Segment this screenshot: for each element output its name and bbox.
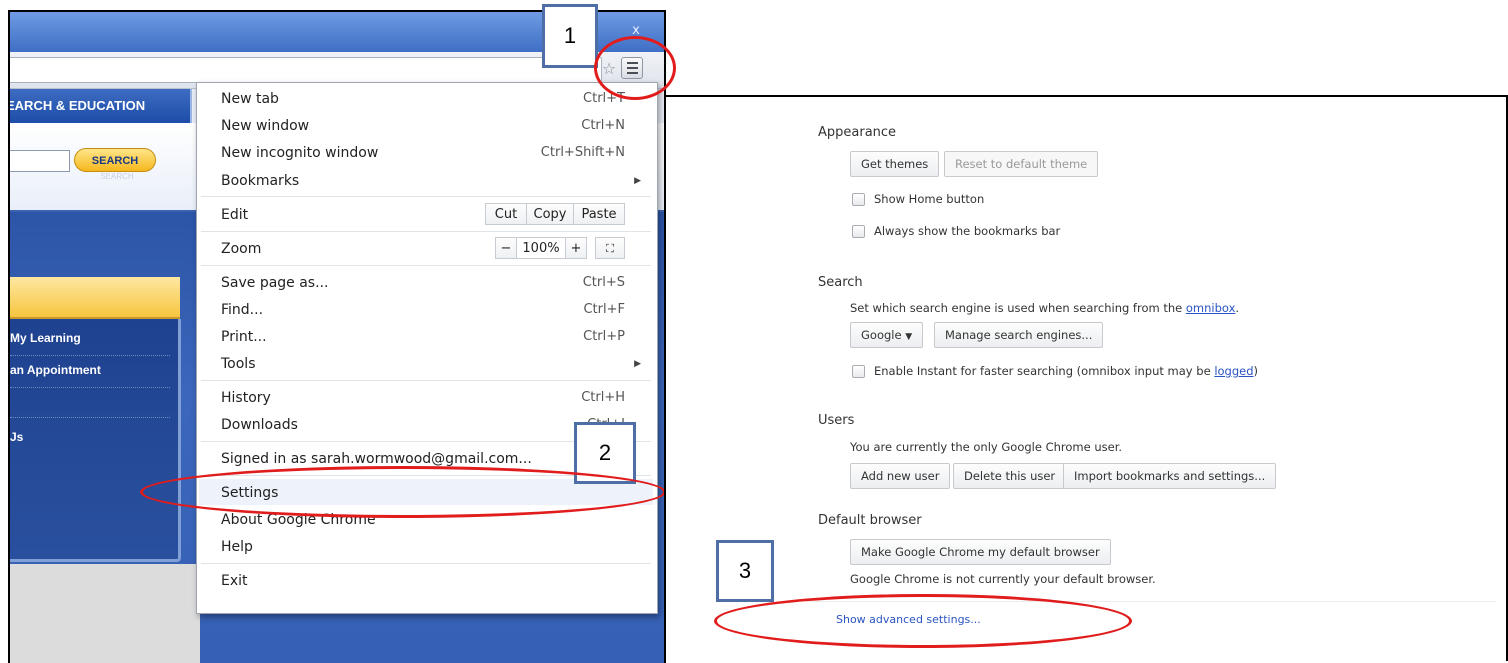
menu-item-find[interactable]: Find... Ctrl+F: [221, 298, 631, 322]
menu-item-new-incognito[interactable]: New incognito window Ctrl+Shift+N: [221, 141, 631, 165]
import-bookmarks-button[interactable]: Import bookmarks and settings...: [1063, 463, 1277, 489]
callout-step-3: 3: [716, 540, 774, 602]
menu-item-edit: Edit Cut Copy Paste: [221, 203, 631, 227]
bookmarks-bar-label: Always show the bookmarks bar: [874, 224, 1061, 238]
menu-item-new-window[interactable]: New window Ctrl+N: [221, 114, 631, 138]
make-default-button[interactable]: Make Google Chrome my default browser: [850, 539, 1111, 565]
menu-item-tools[interactable]: Tools ▶: [221, 352, 641, 376]
reset-theme-button[interactable]: Reset to default theme: [944, 151, 1099, 177]
side-nav-divider: [10, 387, 170, 389]
dropdown-caret-icon: ▼: [905, 332, 913, 342]
site-gold-bar: [10, 277, 180, 319]
default-browser-title: Default browser: [818, 513, 922, 528]
side-link-my-learning[interactable]: My Learning: [10, 331, 81, 345]
search-engine-select[interactable]: Google ▼: [850, 322, 924, 348]
menu-item-bookmarks[interactable]: Bookmarks ▶: [221, 169, 641, 193]
bookmarks-bar-checkbox[interactable]: [852, 225, 865, 238]
menu-item-save-page[interactable]: Save page as... Ctrl+S: [221, 271, 631, 295]
omnibox-link[interactable]: omnibox: [1186, 301, 1236, 315]
menu-divider: [201, 265, 651, 266]
submenu-arrow-icon: ▶: [634, 359, 641, 369]
menu-item-help[interactable]: Help: [221, 535, 631, 559]
default-browser-status: Google Chrome is not currently your defa…: [850, 572, 1156, 586]
users-title: Users: [818, 413, 855, 428]
search-button-reflection: SEARCH: [100, 172, 134, 181]
menu-divider: [201, 196, 651, 197]
users-description: You are currently the only Google Chrome…: [850, 440, 1123, 454]
site-search-input[interactable]: [10, 150, 70, 172]
annotation-ellipse-advanced: [714, 594, 1132, 648]
appearance-title: Appearance: [818, 125, 897, 140]
menu-divider: [201, 563, 651, 564]
menu-item-downloads[interactable]: DownloadsCtrl+J: [221, 413, 631, 437]
delete-user-button[interactable]: Delete this user: [953, 463, 1067, 489]
annotation-circle-menu: [594, 36, 676, 100]
omnibox[interactable]: [10, 57, 602, 83]
callout-step-1: 1: [542, 4, 598, 68]
menu-item-exit[interactable]: Exit: [221, 569, 631, 593]
site-nav-tab[interactable]: EARCH & EDUCATION: [10, 89, 192, 123]
get-themes-button[interactable]: Get themes: [850, 151, 940, 177]
menu-item-history[interactable]: History Ctrl+H: [221, 386, 631, 410]
menu-item-zoom: Zoom − 100% + ⛶: [221, 237, 631, 261]
zoom-in-button[interactable]: +: [565, 237, 587, 259]
copy-button[interactable]: Copy: [526, 203, 574, 225]
instant-checkbox[interactable]: [852, 365, 865, 378]
browser-window: x ☆ EARCH & EDUCATION SEARCH SEARCH My L…: [8, 10, 666, 663]
menu-item-print[interactable]: Print... Ctrl+P: [221, 325, 631, 349]
submenu-arrow-icon: ▶: [634, 176, 641, 186]
search-title: Search: [818, 275, 863, 290]
menu-divider: [201, 231, 651, 232]
instant-label: Enable Instant for faster searching (omn…: [874, 364, 1259, 378]
zoom-level: 100%: [516, 237, 566, 259]
fullscreen-icon[interactable]: ⛶: [595, 237, 625, 259]
side-nav-divider: [10, 355, 170, 357]
chrome-dropdown-menu: New tab Ctrl+T New window Ctrl+N New incog…: [196, 82, 658, 614]
cut-button[interactable]: Cut: [485, 203, 527, 225]
show-home-label: Show Home button: [874, 192, 985, 206]
add-user-button[interactable]: Add new user: [850, 463, 951, 489]
menu-item-new-tab[interactable]: New tab Ctrl+T: [221, 87, 631, 111]
site-footer-area: [10, 564, 200, 663]
site-search-button[interactable]: SEARCH: [74, 148, 156, 172]
zoom-out-button[interactable]: −: [495, 237, 517, 259]
show-home-checkbox[interactable]: [852, 193, 865, 206]
annotation-ellipse-settings: [140, 466, 666, 518]
side-nav-divider: [10, 417, 170, 419]
side-link-appointment[interactable]: an Appointment: [10, 363, 101, 377]
paste-button[interactable]: Paste: [573, 203, 625, 225]
menu-divider: [201, 380, 651, 381]
side-link-us[interactable]: Js: [10, 430, 23, 444]
settings-page: Appearance Get themes Reset to default t…: [664, 95, 1508, 661]
logged-link[interactable]: logged: [1214, 364, 1253, 378]
search-description: Set which search engine is used when sea…: [850, 301, 1240, 315]
manage-search-engines-button[interactable]: Manage search engines...: [934, 322, 1104, 348]
